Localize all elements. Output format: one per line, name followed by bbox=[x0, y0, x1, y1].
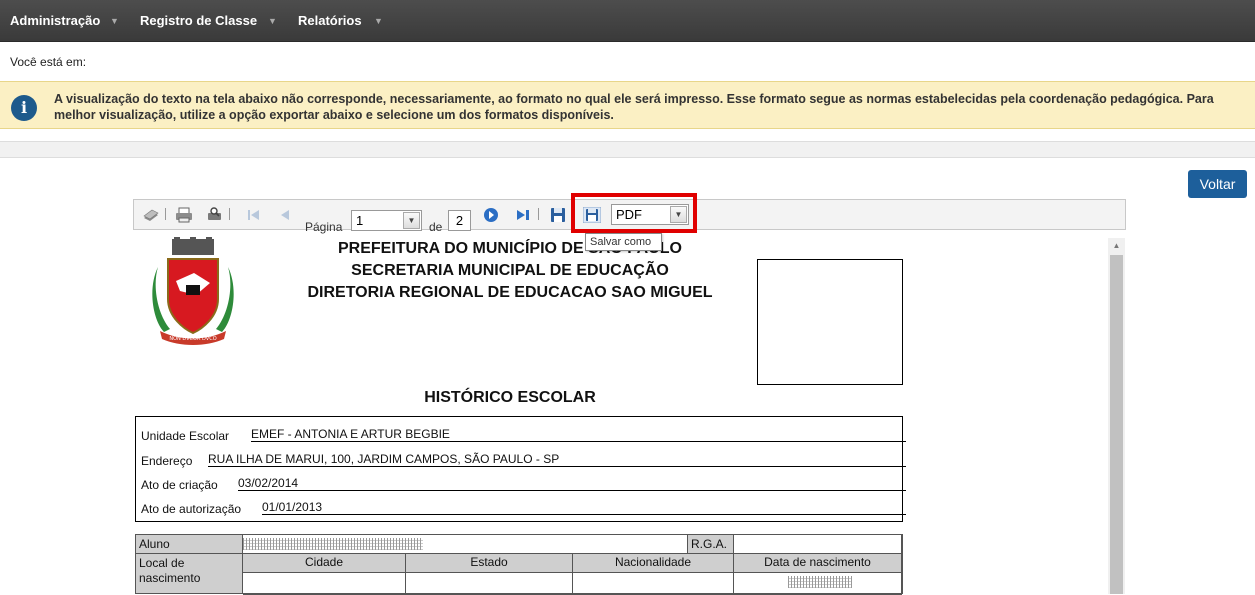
redacted-name bbox=[243, 538, 423, 550]
page-total: 2 bbox=[448, 210, 471, 231]
authorization-act-label: Ato de autorização bbox=[141, 502, 242, 516]
address-field: Endereço RUA ILHA DE MARUI, 100, JARDIM … bbox=[141, 452, 906, 472]
back-button[interactable]: Voltar bbox=[1188, 170, 1247, 198]
report-header-line-2: SECRETARIA MUNICIPAL DE EDUCAÇÃO bbox=[351, 262, 669, 279]
state-label-cell: Estado bbox=[406, 554, 573, 573]
student-table: Aluno R.G.A. Local de nascimento Cidade … bbox=[135, 534, 903, 595]
student-name-cell bbox=[243, 535, 688, 554]
report-header-line-3: DIRETORIA REGIONAL DE EDUCACAO SAO MIGUE… bbox=[307, 284, 713, 301]
school-info-box: Unidade Escolar EMEF - ANTONIA E ARTUR B… bbox=[135, 416, 906, 522]
nav-item-administracao[interactable]: Administração bbox=[10, 13, 100, 28]
creation-act-label: Ato de criação bbox=[141, 478, 218, 492]
first-page-icon[interactable] bbox=[245, 207, 263, 223]
info-icon: i bbox=[11, 95, 37, 121]
chevron-down-icon[interactable]: ▼ bbox=[403, 212, 420, 229]
rga-label-cell: R.G.A. bbox=[688, 535, 734, 554]
next-page-icon[interactable] bbox=[482, 207, 500, 223]
chevron-down-icon[interactable]: ▼ bbox=[268, 16, 277, 26]
address-label: Endereço bbox=[141, 454, 193, 468]
breadcrumb: Você está em: bbox=[10, 55, 87, 69]
print-icon[interactable] bbox=[175, 207, 193, 223]
school-unit-value: EMEF - ANTONIA E ARTUR BEGBIE bbox=[251, 427, 906, 442]
info-banner: i A visualização do texto na tela abaixo… bbox=[0, 81, 1255, 129]
toolbar-separator bbox=[229, 208, 230, 220]
save-as-tooltip: Salvar como bbox=[585, 233, 662, 251]
refresh-icon[interactable] bbox=[142, 207, 160, 223]
city-crest-icon: NON DVCOR DVCO bbox=[152, 237, 234, 345]
scrollbar-thumb[interactable] bbox=[1110, 255, 1123, 594]
document-title: HISTÓRICO ESCOLAR bbox=[424, 389, 596, 406]
school-unit-field: Unidade Escolar EMEF - ANTONIA E ARTUR B… bbox=[141, 427, 906, 447]
address-value: RUA ILHA DE MARUI, 100, JARDIM CAMPOS, S… bbox=[208, 452, 906, 467]
creation-act-value: 03/02/2014 bbox=[238, 476, 906, 491]
chevron-down-icon[interactable]: ▼ bbox=[110, 16, 119, 26]
page-select[interactable]: 1 ▼ bbox=[351, 210, 422, 231]
nav-item-registro-de-classe[interactable]: Registro de Classe bbox=[140, 13, 257, 28]
report-scrollbar[interactable]: ▲ bbox=[1108, 238, 1125, 594]
previous-page-icon[interactable] bbox=[276, 207, 294, 223]
divider-bar bbox=[0, 141, 1255, 158]
page-select-value: 1 bbox=[356, 213, 364, 228]
school-unit-label: Unidade Escolar bbox=[141, 429, 230, 443]
redacted-birthdate bbox=[788, 576, 852, 588]
authorization-act-field: Ato de autorização 01/01/2013 bbox=[141, 500, 906, 520]
crest-motto: NON DVCOR DVCO bbox=[169, 336, 216, 342]
state-value-cell bbox=[406, 573, 573, 595]
photo-box bbox=[757, 259, 903, 385]
print-preview-icon[interactable] bbox=[207, 207, 225, 223]
authorization-act-value: 01/01/2013 bbox=[262, 500, 906, 515]
top-nav: Administração ▼ Registro de Classe ▼ Rel… bbox=[0, 0, 1255, 42]
last-page-icon[interactable] bbox=[514, 207, 532, 223]
chevron-down-icon[interactable]: ▼ bbox=[374, 16, 383, 26]
nationality-value-cell bbox=[573, 573, 734, 595]
birthdate-label-cell: Data de nascimento bbox=[734, 554, 902, 573]
save-icon[interactable] bbox=[549, 207, 567, 223]
birthplace-label-cell: Local de nascimento bbox=[136, 554, 243, 594]
birthdate-value-cell bbox=[734, 573, 902, 595]
nav-item-relatorios[interactable]: Relatórios bbox=[298, 13, 362, 28]
toolbar-separator bbox=[538, 208, 539, 220]
student-label-cell: Aluno bbox=[136, 535, 243, 554]
city-value-cell bbox=[243, 573, 406, 595]
report-header-line-1: PREFEITURA DO MUNICÍPIO DE SÃO PAULO bbox=[337, 240, 682, 257]
nationality-label-cell: Nacionalidade bbox=[573, 554, 734, 573]
info-text: A visualização do texto na tela abaixo n… bbox=[54, 92, 1214, 122]
toolbar-separator bbox=[165, 208, 166, 220]
city-label-cell: Cidade bbox=[243, 554, 406, 573]
creation-act-field: Ato de criação 03/02/2014 bbox=[141, 476, 906, 496]
rga-value-cell bbox=[734, 535, 902, 554]
scroll-up-icon[interactable]: ▲ bbox=[1108, 238, 1125, 254]
highlight-box bbox=[571, 193, 697, 233]
